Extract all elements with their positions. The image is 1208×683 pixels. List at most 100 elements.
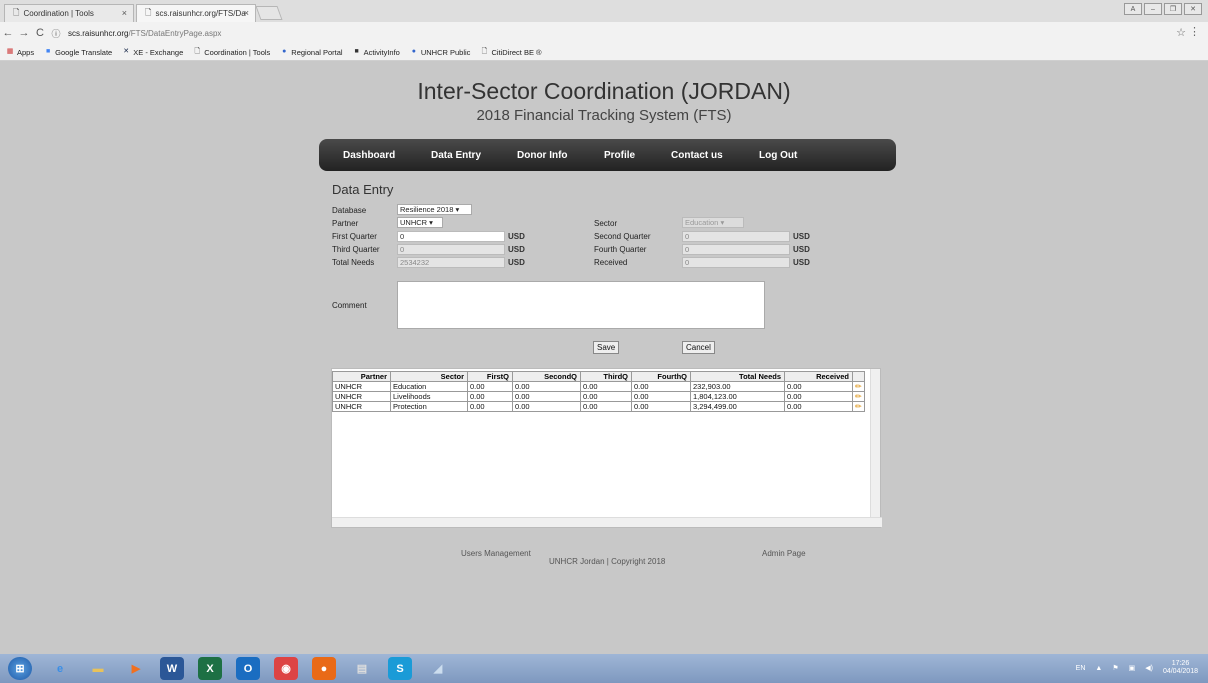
bookmark-google-translate[interactable]: ■ Google Translate <box>44 48 112 57</box>
new-tab-button[interactable] <box>255 6 283 20</box>
language-indicator[interactable]: EN <box>1076 665 1086 672</box>
sector-label: Sector <box>594 219 618 228</box>
nav-dashboard[interactable]: Dashboard <box>343 150 395 161</box>
admin-page-link[interactable]: Admin Page <box>762 549 806 558</box>
tray-arrow-icon[interactable]: ▲ <box>1095 665 1102 672</box>
info-icon[interactable]: ⓘ <box>48 27 64 40</box>
vertical-scrollbar[interactable] <box>870 369 880 517</box>
nav-log-out[interactable]: Log Out <box>759 150 797 161</box>
volume-icon[interactable]: ◀) <box>1145 664 1153 672</box>
bookmark-regional-portal[interactable]: ● Regional Portal <box>280 48 342 57</box>
reload-icon[interactable]: C <box>32 27 48 39</box>
save-button[interactable]: Save <box>593 341 620 354</box>
col-fourthq[interactable]: FourthQ <box>631 371 691 382</box>
currency-label: USD <box>508 232 525 241</box>
bookmark-xe[interactable]: ✕ XE - Exchange <box>122 48 183 57</box>
table-row[interactable]: UNHCR Livelihoods 0.00 0.00 0.00 0.00 1,… <box>332 391 865 402</box>
flag-icon[interactable]: ⚑ <box>1112 664 1118 672</box>
tab-strip: 🗋 Coordination | Tools × 🗋 scs.raisunhcr… <box>0 0 1208 22</box>
bookmark-star-icon[interactable]: ☆ <box>1176 26 1186 39</box>
unhcr-icon: ● <box>282 48 287 55</box>
tab-coordination[interactable]: 🗋 Coordination | Tools × <box>4 4 134 22</box>
col-sector[interactable]: Sector <box>390 371 468 382</box>
app-icon[interactable]: ◢ <box>426 657 450 680</box>
start-button-icon[interactable]: ⊞ <box>8 657 32 680</box>
ie-icon[interactable]: e <box>48 657 72 680</box>
firefox-icon[interactable]: ● <box>312 657 336 680</box>
col-total-needs[interactable]: Total Needs <box>690 371 785 382</box>
comment-textarea[interactable] <box>397 281 765 329</box>
col-secondq[interactable]: SecondQ <box>512 371 581 382</box>
explorer-icon[interactable]: ▬ <box>86 657 110 680</box>
bookmark-unhcr-public[interactable]: ● UNHCR Public <box>410 48 471 57</box>
nav-data-entry[interactable]: Data Entry <box>431 150 481 161</box>
nav-contact-us[interactable]: Contact us <box>671 150 723 161</box>
minimize-icon[interactable]: – <box>1144 3 1162 15</box>
tab-label: scs.raisunhcr.org/FTS/Da <box>155 9 246 18</box>
media-player-icon[interactable]: ▶ <box>124 657 148 680</box>
nav-profile[interactable]: Profile <box>604 150 635 161</box>
bookmark-coordination[interactable]: 🗋 Coordination | Tools <box>193 48 270 57</box>
profile-icon[interactable]: A <box>1124 3 1142 15</box>
browser-chrome: 🗋 Coordination | Tools × 🗋 scs.raisunhcr… <box>0 0 1208 61</box>
cell-firstq: 0.00 <box>467 381 513 392</box>
network-icon[interactable]: ▣ <box>1129 664 1136 672</box>
activityinfo-icon: ■ <box>354 48 359 55</box>
fourth-quarter-input[interactable]: 0 <box>682 244 790 255</box>
nav-donor-info[interactable]: Donor Info <box>517 150 568 161</box>
col-firstq[interactable]: FirstQ <box>467 371 513 382</box>
edit-pencil-icon[interactable]: ✏ <box>852 391 865 402</box>
edit-pencil-icon[interactable]: ✏ <box>852 381 865 392</box>
total-needs-input[interactable]: 2534232 <box>397 257 505 268</box>
edit-pencil-icon[interactable]: ✏ <box>852 401 865 412</box>
page-content: Inter-Sector Coordination (JORDAN) 2018 … <box>0 61 1208 654</box>
first-quarter-label: First Quarter <box>332 232 377 241</box>
cell-secondq: 0.00 <box>512 401 581 412</box>
database-select[interactable]: Resilience 2018 ▾ <box>397 204 472 215</box>
second-quarter-input[interactable]: 0 <box>682 231 790 242</box>
chrome-icon[interactable]: ◉ <box>274 657 298 680</box>
close-window-icon[interactable]: ✕ <box>1184 3 1202 15</box>
col-partner[interactable]: Partner <box>332 371 391 382</box>
cell-sector: Livelihoods <box>390 391 468 402</box>
table-row[interactable]: UNHCR Education 0.00 0.00 0.00 0.00 232,… <box>332 381 865 392</box>
first-quarter-input[interactable]: 0 <box>397 231 505 242</box>
excel-icon[interactable]: X <box>198 657 222 680</box>
clock[interactable]: 17:26 04/04/2018 <box>1163 660 1198 676</box>
back-icon[interactable]: ← <box>0 27 16 39</box>
url-field[interactable]: scs.raisunhcr.org/FTS/DataEntryPage.aspx <box>68 29 221 38</box>
menu-icon[interactable]: ⋮ <box>1189 25 1200 38</box>
tab-fts[interactable]: 🗋 scs.raisunhcr.org/FTS/Da × <box>136 4 256 22</box>
received-input[interactable]: 0 <box>682 257 790 268</box>
partner-select[interactable]: UNHCR ▾ <box>397 217 443 228</box>
comment-label: Comment <box>332 301 367 310</box>
table-row[interactable]: UNHCR Protection 0.00 0.00 0.00 0.00 3,2… <box>332 401 865 412</box>
close-tab-icon[interactable]: × <box>122 8 127 18</box>
close-tab-icon[interactable]: × <box>244 8 249 18</box>
word-icon[interactable]: W <box>160 657 184 680</box>
sector-value: Education <box>685 218 719 227</box>
cancel-button[interactable]: Cancel <box>682 341 715 354</box>
col-received[interactable]: Received <box>784 371 853 382</box>
users-management-link[interactable]: Users Management <box>461 549 531 558</box>
document-icon[interactable]: ▤ <box>350 657 374 680</box>
third-quarter-input[interactable]: 0 <box>397 244 505 255</box>
horizontal-scrollbar[interactable] <box>332 517 882 527</box>
bookmark-label: XE - Exchange <box>133 47 184 57</box>
cell-secondq: 0.00 <box>512 381 581 392</box>
bookmark-activityinfo[interactable]: ■ ActivityInfo <box>353 48 399 57</box>
sector-select[interactable]: Education ▾ <box>682 217 744 228</box>
bookmark-label: UNHCR Public <box>420 47 471 57</box>
cell-secondq: 0.00 <box>512 391 581 402</box>
bookmarks-bar: ▦ Apps ■ Google Translate ✕ XE - Exchange 🗋… <box>0 44 1208 61</box>
forward-icon[interactable]: → <box>16 27 32 39</box>
third-quarter-label: Third Quarter <box>332 245 380 254</box>
skype-icon[interactable]: S <box>388 657 412 680</box>
bookmark-citidirect[interactable]: 🗋 CitiDirect BE ® <box>480 48 542 57</box>
outlook-icon[interactable]: O <box>236 657 260 680</box>
restore-icon[interactable]: ❐ <box>1164 3 1182 15</box>
bookmark-apps[interactable]: ▦ Apps <box>6 48 34 57</box>
window-controls: A – ❐ ✕ <box>1124 3 1202 15</box>
col-thirdq[interactable]: ThirdQ <box>580 371 632 382</box>
cell-received: 0.00 <box>784 401 853 412</box>
